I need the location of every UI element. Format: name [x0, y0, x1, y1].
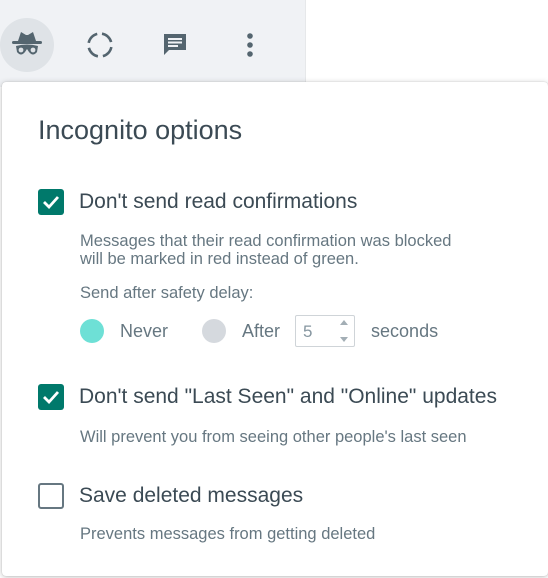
after-label: After	[242, 320, 281, 341]
incognito-icon	[10, 30, 44, 60]
never-label: Never	[120, 320, 169, 341]
delay-seconds-input[interactable]: 5	[295, 315, 356, 347]
safety-delay-radio-group: Never After 5 seconds	[80, 315, 438, 347]
read-confirmations-description: Messages that their read confirmation wa…	[80, 232, 520, 268]
delay-stepper[interactable]	[338, 319, 350, 343]
after-radio[interactable]	[202, 319, 227, 343]
delay-seconds-value: 5	[303, 322, 313, 341]
chat-icon	[161, 31, 189, 59]
last-seen-description: Will prevent you from seeing other peopl…	[80, 428, 467, 446]
safety-delay-label: Send after safety delay:	[80, 284, 254, 302]
menu-dots-icon	[246, 32, 254, 58]
seconds-label: seconds	[371, 320, 439, 341]
save-deleted-label: Save deleted messages	[79, 484, 304, 507]
read-confirmations-option[interactable]: Don't send read confirmations	[38, 189, 357, 215]
save-deleted-description: Prevents messages from getting deleted	[80, 525, 376, 543]
status-icon	[85, 30, 115, 60]
new-chat-button[interactable]	[148, 18, 202, 72]
save-deleted-option[interactable]: Save deleted messages	[38, 483, 303, 509]
menu-button[interactable]	[223, 18, 277, 72]
read-confirmations-checkbox[interactable]	[38, 189, 64, 215]
last-seen-label: Don't send "Last Seen" and "Online" upda…	[79, 385, 497, 408]
last-seen-checkbox[interactable]	[38, 384, 64, 410]
description-line: Messages that their read confirmation wa…	[80, 232, 452, 250]
header-toolbar	[0, 0, 305, 87]
status-button[interactable]	[73, 18, 127, 72]
panel-title: Incognito options	[38, 115, 243, 145]
chat-header-area	[305, 0, 548, 87]
incognito-button[interactable]	[0, 18, 54, 72]
last-seen-option[interactable]: Don't send "Last Seen" and "Online" upda…	[38, 384, 497, 410]
checkmark-icon	[43, 196, 60, 209]
checkmark-icon	[43, 391, 60, 404]
stepper-down-icon[interactable]	[339, 336, 349, 343]
description-line: will be marked in red instead of green.	[80, 250, 359, 268]
incognito-options-panel: Incognito options Don't send read confir…	[2, 82, 548, 576]
save-deleted-checkbox[interactable]	[38, 483, 64, 509]
stepper-up-icon[interactable]	[339, 319, 349, 326]
never-radio[interactable]	[80, 319, 104, 343]
read-confirmations-label: Don't send read confirmations	[79, 190, 358, 213]
